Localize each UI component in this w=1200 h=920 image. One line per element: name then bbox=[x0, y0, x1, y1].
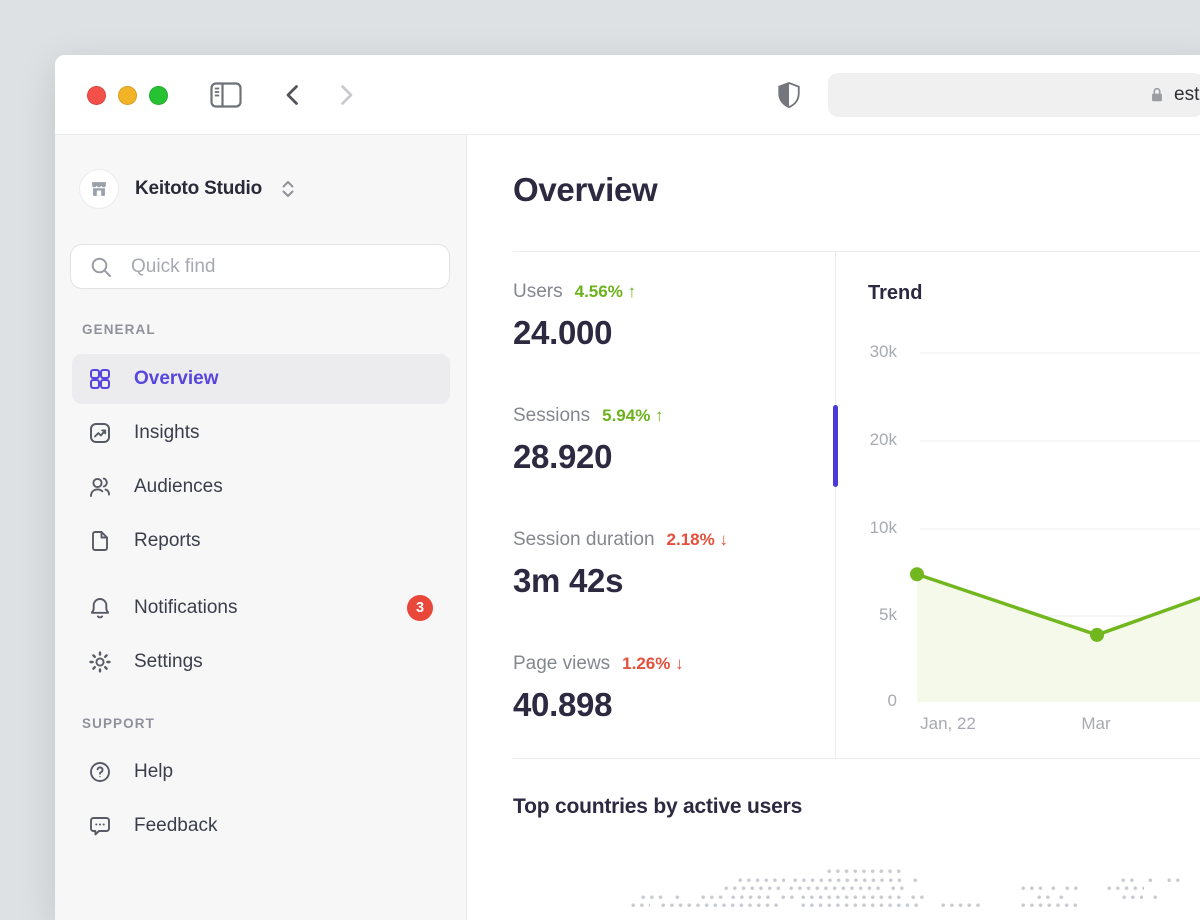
stat-users: Users 4.56% ↑ 24.000 bbox=[513, 281, 636, 352]
trend-line-chart bbox=[835, 252, 1200, 758]
grid-icon bbox=[88, 367, 112, 391]
stat-delta: 1.26% bbox=[622, 654, 670, 673]
sidebar-item-label: Feedback bbox=[134, 815, 217, 837]
bell-icon bbox=[88, 596, 112, 620]
divider bbox=[513, 758, 1200, 759]
gear-icon bbox=[88, 650, 112, 674]
page-title: Overview bbox=[513, 171, 657, 209]
sidebar-item-settings[interactable]: Settings bbox=[72, 637, 450, 687]
arrow-up-icon: ↑ bbox=[655, 406, 664, 425]
quick-find-search bbox=[70, 244, 450, 289]
forward-icon[interactable] bbox=[334, 83, 358, 107]
sidebar-item-label: Settings bbox=[134, 651, 203, 673]
browser-toolbar: est bbox=[55, 55, 1200, 135]
stat-label: Session duration bbox=[513, 529, 655, 551]
stat-label: Users bbox=[513, 281, 563, 303]
x-axis-tick: Mar bbox=[1051, 714, 1141, 734]
minimize-window-button[interactable] bbox=[118, 86, 137, 105]
sidebar-item-feedback[interactable]: Feedback bbox=[72, 801, 450, 851]
url-text: est bbox=[1174, 84, 1199, 106]
privacy-shield-icon[interactable] bbox=[776, 81, 802, 110]
workspace-selector-icon bbox=[278, 177, 298, 201]
document-icon bbox=[88, 529, 112, 553]
sidebar-item-help[interactable]: Help bbox=[72, 747, 450, 797]
sidebar-item-notifications[interactable]: Notifications 3 bbox=[72, 583, 450, 633]
back-icon[interactable] bbox=[281, 83, 305, 107]
section-label-support: SUPPORT bbox=[82, 716, 155, 731]
sidebar-item-label: Overview bbox=[134, 368, 219, 390]
scrollbar-thumb[interactable] bbox=[833, 405, 838, 487]
stat-label: Sessions bbox=[513, 405, 590, 427]
workspace-switcher[interactable]: Keitoto Studio bbox=[79, 169, 298, 209]
stat-delta: 4.56% bbox=[575, 282, 623, 301]
stat-value: 24.000 bbox=[513, 314, 636, 352]
help-circle-icon bbox=[88, 760, 112, 784]
y-axis-tick: 0 bbox=[835, 691, 897, 711]
sidebar-item-reports[interactable]: Reports bbox=[72, 516, 450, 566]
main-content: Overview Users 4.56% ↑ 24.000 Sessions 5… bbox=[467, 135, 1200, 920]
sidebar-item-audiences[interactable]: Audiences bbox=[72, 462, 450, 512]
sidebar-toggle-icon[interactable] bbox=[210, 82, 242, 108]
stat-value: 28.920 bbox=[513, 438, 664, 476]
sidebar: Keitoto Studio GENERAL bbox=[55, 135, 467, 920]
stat-value: 40.898 bbox=[513, 686, 684, 724]
lock-icon bbox=[1148, 85, 1166, 105]
browser-window: est Keitoto Studio bbox=[55, 55, 1200, 920]
x-axis-tick: Jan, 22 bbox=[903, 714, 993, 734]
section-label-general: GENERAL bbox=[82, 322, 156, 337]
users-icon bbox=[88, 475, 112, 499]
countries-section-title: Top countries by active users bbox=[513, 795, 802, 819]
search-input[interactable] bbox=[131, 245, 439, 288]
stat-sessions: Sessions 5.94% ↑ 28.920 bbox=[513, 405, 664, 476]
close-window-button[interactable] bbox=[87, 86, 106, 105]
workspace-avatar bbox=[79, 169, 119, 209]
sidebar-item-label: Insights bbox=[134, 422, 199, 444]
notifications-badge: 3 bbox=[407, 595, 433, 621]
y-axis-tick: 20k bbox=[835, 430, 897, 450]
zoom-window-button[interactable] bbox=[149, 86, 168, 105]
sidebar-item-label: Audiences bbox=[134, 476, 223, 498]
stat-page-views: Page views 1.26% ↓ 40.898 bbox=[513, 653, 684, 724]
sidebar-item-label: Help bbox=[134, 761, 173, 783]
y-axis-tick: 5k bbox=[835, 605, 897, 625]
y-axis-tick: 30k bbox=[835, 342, 897, 362]
search-icon bbox=[89, 255, 113, 279]
stat-delta: 2.18% bbox=[667, 530, 715, 549]
stat-delta: 5.94% bbox=[602, 406, 650, 425]
address-bar-content: est bbox=[1148, 73, 1199, 117]
y-axis-tick: 10k bbox=[835, 518, 897, 538]
workspace-name: Keitoto Studio bbox=[135, 178, 262, 200]
arrow-up-icon: ↑ bbox=[628, 282, 637, 301]
arrow-down-icon: ↓ bbox=[719, 530, 728, 549]
insights-chart-icon bbox=[88, 421, 112, 445]
storefront-icon bbox=[88, 178, 110, 200]
stat-label: Page views bbox=[513, 653, 610, 675]
chat-bubble-icon bbox=[88, 814, 112, 838]
address-bar[interactable]: est bbox=[828, 73, 1200, 117]
stat-session-duration: Session duration 2.18% ↓ 3m 42s bbox=[513, 529, 728, 600]
sidebar-item-insights[interactable]: Insights bbox=[72, 408, 450, 458]
world-dot-map bbox=[600, 864, 1200, 908]
sidebar-item-label: Reports bbox=[134, 530, 201, 552]
sidebar-item-overview[interactable]: Overview bbox=[72, 354, 450, 404]
arrow-down-icon: ↓ bbox=[675, 654, 684, 673]
sidebar-item-label: Notifications bbox=[134, 597, 238, 619]
trend-chart-panel: Trend 30k 20k 10k 5k 0 Jan, 22 Mar bbox=[835, 252, 1200, 758]
stat-value: 3m 42s bbox=[513, 562, 728, 600]
